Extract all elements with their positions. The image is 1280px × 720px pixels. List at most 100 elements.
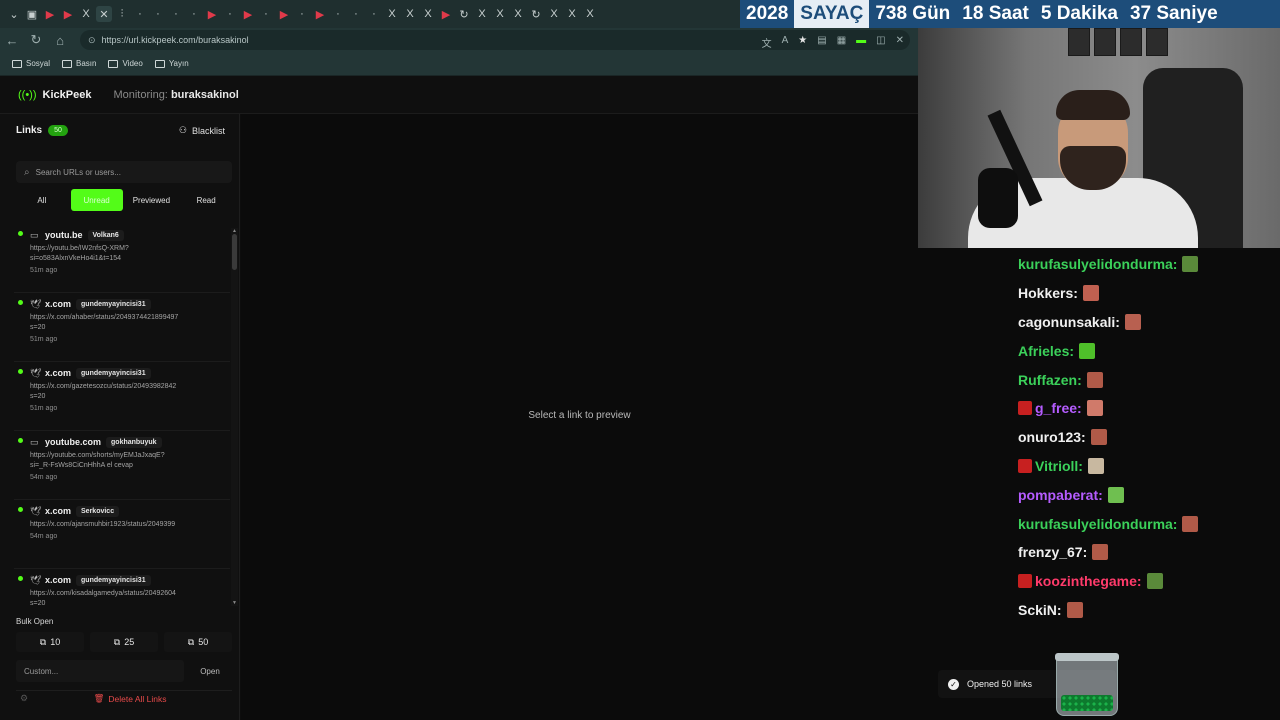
search-input[interactable] (35, 167, 216, 177)
emote-icon (1182, 256, 1199, 273)
tab[interactable]: ▶ (312, 6, 328, 22)
links-header: Links 50 (16, 125, 68, 136)
extension-icon[interactable]: ▤ (817, 35, 826, 50)
bookmark-folder[interactable]: Basın (62, 59, 96, 68)
bookmarks-bar: Sosyal Basın Video Yayın (0, 52, 918, 76)
tab[interactable]: ↻ (528, 6, 544, 22)
link-user-badge[interactable]: Volkan6 (87, 229, 124, 241)
tab[interactable]: X (474, 6, 490, 22)
extension-icon[interactable]: ▦ (837, 35, 846, 50)
tab[interactable]: X (582, 6, 598, 22)
reload-icon[interactable]: ↻ (24, 28, 48, 52)
tab[interactable]: · (186, 6, 202, 22)
tab[interactable]: · (132, 6, 148, 22)
back-icon[interactable]: ← (0, 28, 24, 52)
chat-username[interactable]: pompaberat: (1018, 487, 1103, 503)
tab[interactable]: X (420, 6, 436, 22)
toast-message: Opened 50 links (967, 679, 1033, 689)
bulk-open-10-button[interactable]: ⧉ 10 (16, 632, 84, 652)
tab[interactable]: · (222, 6, 238, 22)
chat-username[interactable]: cagonunsakali: (1018, 314, 1120, 330)
link-user-badge[interactable]: gundemyayincisi31 (76, 298, 151, 310)
delete-all-links-button[interactable]: 🗑 Delete All Links (94, 693, 167, 704)
bulk-open-50-button[interactable]: ⧉ 50 (164, 632, 232, 652)
open-button[interactable]: Open (188, 660, 232, 682)
chat-username[interactable]: kurufasulyelidondurma: (1018, 516, 1177, 532)
link-user-badge[interactable]: gokhanbuyuk (106, 436, 162, 448)
tab-active[interactable]: ✕ (96, 6, 112, 22)
link-item[interactable]: 🕊 x.com Serkovicc https://x.com/ajansmuhbir… (14, 500, 230, 569)
chat-username[interactable]: frenzy_67: (1018, 544, 1087, 560)
tab[interactable]: X (402, 6, 418, 22)
link-user-badge[interactable]: gundemyayincisi31 (76, 367, 151, 379)
chat-username[interactable]: Afrieles: (1018, 343, 1074, 359)
link-item[interactable]: 🕊 x.com gundemyayincisi31 https://x.com/gaz… (14, 362, 230, 431)
filter-read[interactable]: Read (180, 189, 232, 211)
scroll-down-icon[interactable]: ▼ (231, 600, 238, 606)
tab[interactable]: ⫶ (114, 6, 130, 22)
tab[interactable]: ▶ (276, 6, 292, 22)
tab[interactable]: ▶ (42, 6, 58, 22)
link-user-badge[interactable]: Serkovicc (76, 505, 120, 517)
tab[interactable]: X (492, 6, 508, 22)
filter-previewed[interactable]: Previewed (126, 189, 178, 211)
chat-username[interactable]: onuro123: (1018, 429, 1086, 445)
countdown-seconds: 37 Saniye (1129, 3, 1218, 24)
bulk-open-25-button[interactable]: ⧉ 25 (90, 632, 158, 652)
extension-icon[interactable]: ✕ (896, 35, 904, 50)
chat-username[interactable]: Ruffazen: (1018, 372, 1082, 388)
tab[interactable]: · (294, 6, 310, 22)
address-bar[interactable]: ⊙ https://url.kickpeek.com/buraksakinol … (80, 30, 910, 50)
tab[interactable]: X (78, 6, 94, 22)
gear-icon[interactable]: ⚙ (20, 693, 28, 704)
link-item[interactable]: ▭ youtube.com gokhanbuyuk https://youtube.c… (14, 431, 230, 500)
chat-username[interactable]: g_free: (1035, 400, 1082, 416)
tab[interactable]: · (150, 6, 166, 22)
tab[interactable]: ▶ (438, 6, 454, 22)
tab[interactable]: · (366, 6, 382, 22)
bookmark-folder[interactable]: Yayın (154, 59, 189, 68)
home-icon[interactable]: ⌂ (48, 28, 72, 52)
chat-username[interactable]: SckiN: (1018, 602, 1062, 618)
link-item[interactable]: 🕊 x.com gundemyayincisi31 https://x.com/kis… (14, 569, 230, 608)
link-time: 54m ago (30, 474, 58, 481)
tab[interactable]: · (168, 6, 184, 22)
tab[interactable]: · (258, 6, 274, 22)
chat-username[interactable]: kurufasulyelidondurma: (1018, 256, 1177, 272)
link-item[interactable]: ▭ youtu.be Volkan6 https://youtu.be/IW2nfsQ… (14, 224, 230, 293)
chat-username[interactable]: Vitrioll: (1035, 458, 1083, 474)
filter-unread[interactable]: Unread (70, 189, 123, 211)
translate-icon[interactable]: 文 (762, 35, 772, 50)
tab[interactable]: X (564, 6, 580, 22)
tab[interactable]: X (510, 6, 526, 22)
tab-list-icon[interactable]: ⌄ (6, 6, 22, 22)
tab[interactable]: ▶ (60, 6, 76, 22)
filter-all[interactable]: All (16, 189, 68, 211)
custom-count-input[interactable] (16, 660, 184, 682)
scroll-thumb[interactable] (232, 234, 237, 270)
tab[interactable]: · (330, 6, 346, 22)
chat-username[interactable]: Hokkers: (1018, 285, 1078, 301)
tab[interactable]: X (384, 6, 400, 22)
extension-icon[interactable]: ◫ (876, 35, 885, 50)
tab[interactable]: · (348, 6, 364, 22)
tab[interactable]: ▶ (240, 6, 256, 22)
links-scrollbar[interactable]: ▲ ▼ (231, 228, 238, 606)
extension-icon[interactable]: ▬ (856, 35, 866, 50)
site-info-icon[interactable]: ⊙ (88, 35, 96, 46)
wall-frame (1094, 28, 1116, 56)
tab[interactable]: ↻ (456, 6, 472, 22)
blacklist-button[interactable]: ⚇ Blacklist (179, 125, 225, 136)
bookmark-folder[interactable]: Video (108, 59, 143, 68)
tab-grid-icon[interactable]: ▣ (24, 6, 40, 22)
link-user-badge[interactable]: gundemyayincisi31 (76, 574, 151, 586)
chat-username[interactable]: koozinthegame: (1035, 573, 1142, 589)
link-item[interactable]: 🕊 x.com gundemyayincisi31 https://x.com/aha… (14, 293, 230, 362)
chat-message: koozinthegame: (1018, 567, 1280, 596)
app-logo[interactable]: KickPeek (43, 89, 92, 101)
tab[interactable]: X (546, 6, 562, 22)
bookmark-star-icon[interactable]: ★ (798, 35, 807, 50)
bookmark-folder[interactable]: Sosyal (12, 59, 50, 68)
read-aloud-icon[interactable]: A (782, 35, 789, 50)
tab[interactable]: ▶ (204, 6, 220, 22)
